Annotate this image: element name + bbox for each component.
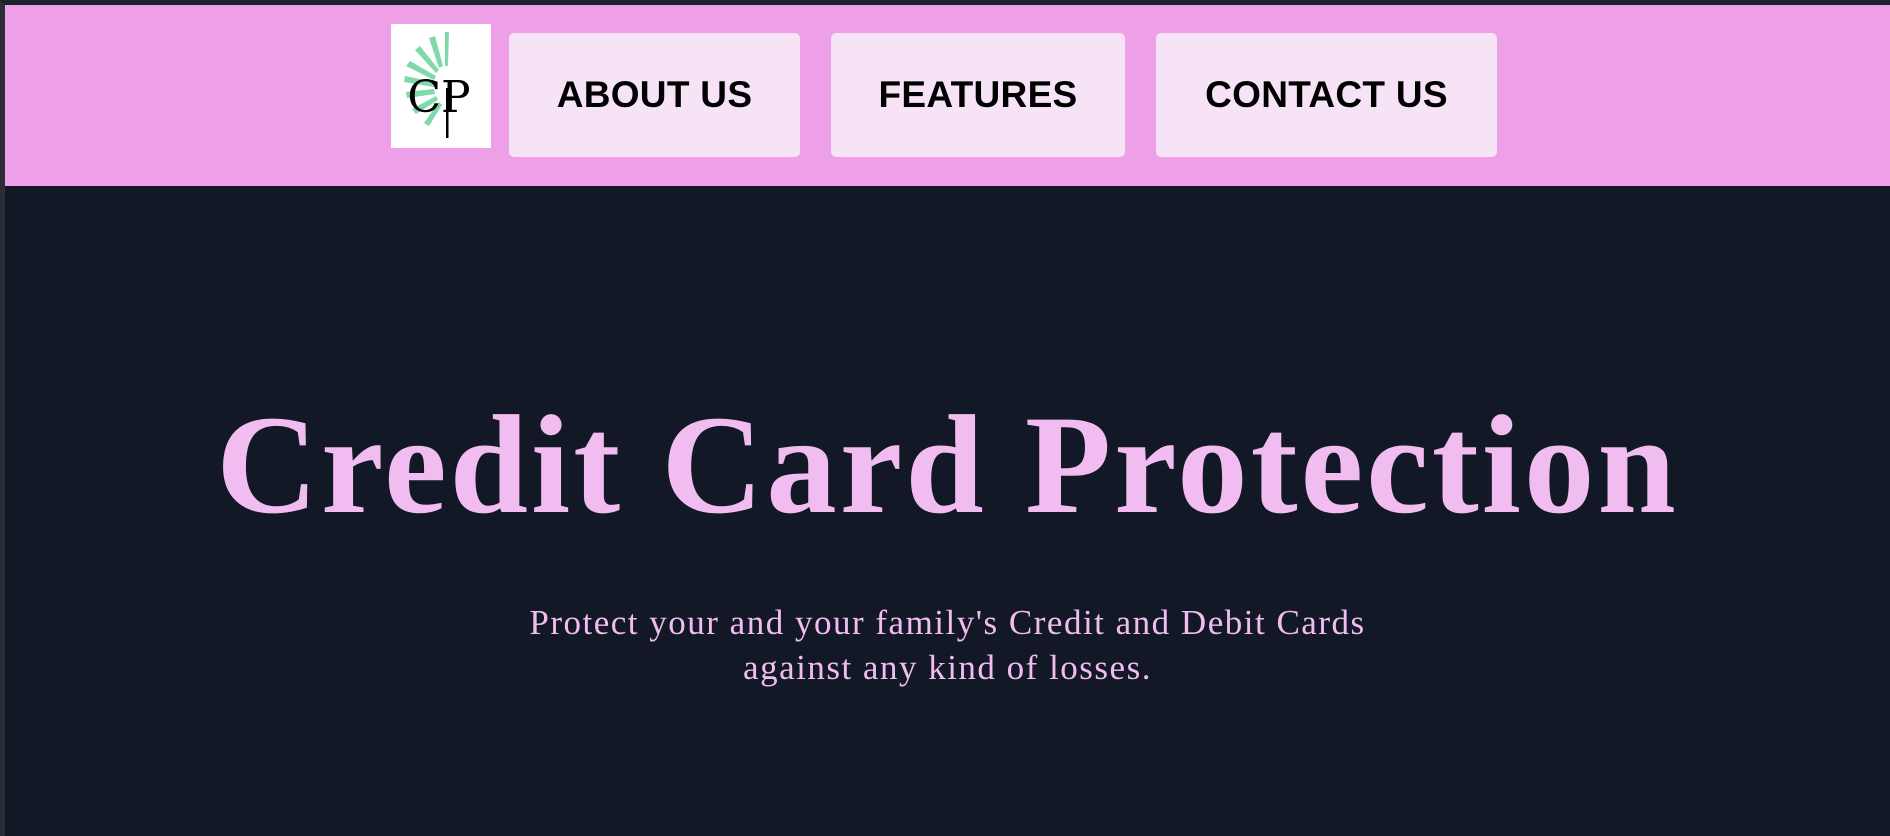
nav-features-button[interactable]: FEATURES xyxy=(831,33,1125,157)
nav-about-us-button[interactable]: ABOUT US xyxy=(509,33,800,157)
logo-text: CP xyxy=(407,72,470,123)
hero-subtitle: Protect your and your family's Credit an… xyxy=(5,600,1890,690)
site-logo[interactable]: CP xyxy=(391,24,491,148)
cp-sunburst-logo-icon: CP xyxy=(404,32,471,138)
navbar: CP ABOUT US FEATURES CONTACT US xyxy=(5,5,1890,186)
hero-title: Credit Card Protection xyxy=(216,387,1679,543)
page: CP ABOUT US FEATURES CONTACT US Credit C… xyxy=(0,0,1890,836)
hero-subtitle-line-2: against any kind of losses. xyxy=(743,648,1152,687)
hero-subtitle-line-1: Protect your and your family's Credit an… xyxy=(529,603,1366,642)
nav-contact-us-button[interactable]: CONTACT US xyxy=(1156,33,1497,157)
